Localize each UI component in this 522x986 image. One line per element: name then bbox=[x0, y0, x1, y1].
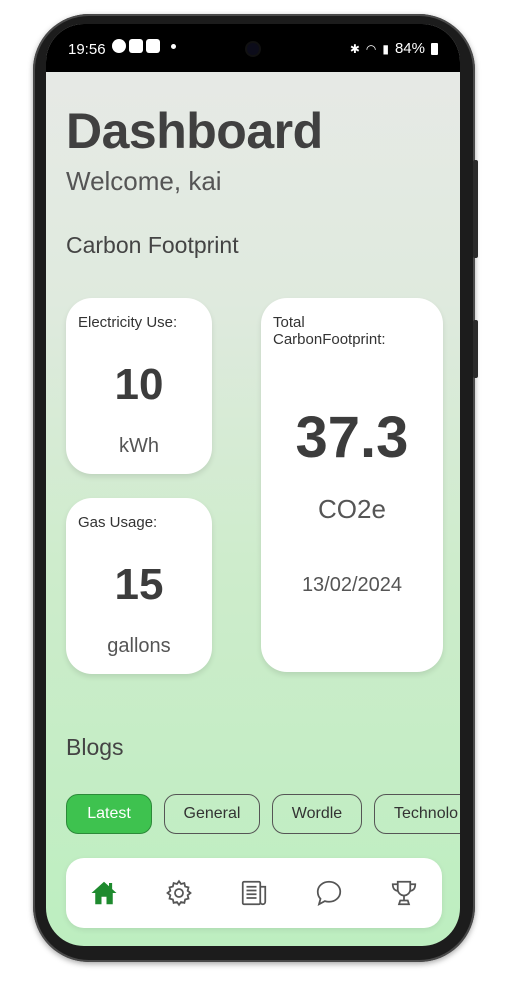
chip-general[interactable]: General bbox=[164, 794, 260, 834]
status-left-icons bbox=[112, 39, 176, 53]
gas-label: Gas Usage: bbox=[78, 514, 158, 531]
more-notifications-dot bbox=[171, 43, 176, 49]
gallery-icon bbox=[129, 39, 143, 53]
total-label-line1: Total bbox=[273, 314, 305, 331]
gas-card[interactable]: Gas Usage: 15 gallons bbox=[66, 498, 212, 674]
front-camera bbox=[247, 43, 259, 55]
status-bar: 19:56 ✱ ◠ ▮ 84% bbox=[46, 24, 460, 72]
youtube-icon bbox=[146, 39, 160, 53]
electricity-unit: kWh bbox=[119, 435, 159, 457]
app-screen: 19:56 ✱ ◠ ▮ 84% Dashboard Welcome, kai C… bbox=[46, 24, 460, 946]
electricity-value: 10 bbox=[114, 360, 164, 409]
blogs-section-title: Blogs bbox=[66, 734, 124, 760]
bluetooth-icon: ✱ bbox=[349, 41, 360, 56]
total-label-line2: CarbonFootprint: bbox=[273, 331, 386, 348]
total-label: Total CarbonFootprint: bbox=[273, 314, 386, 348]
gas-unit: gallons bbox=[107, 635, 171, 657]
chip-technology[interactable]: Technolo bbox=[374, 794, 460, 834]
total-unit: CO2e bbox=[318, 494, 386, 524]
electricity-card[interactable]: Electricity Use: 10 kWh bbox=[66, 298, 212, 474]
total-value: 37.3 bbox=[295, 405, 409, 470]
chat-icon[interactable] bbox=[313, 877, 345, 909]
carbon-section-title: Carbon Footprint bbox=[66, 232, 239, 258]
welcome-text: Welcome, kai bbox=[66, 166, 222, 196]
settings-icon[interactable] bbox=[163, 877, 195, 909]
total-date: 13/02/2024 bbox=[301, 574, 403, 596]
battery-percent: 84% bbox=[394, 40, 425, 57]
power-button bbox=[473, 320, 478, 378]
gas-value: 15 bbox=[114, 560, 164, 609]
chip-wordle[interactable]: Wordle bbox=[272, 794, 362, 834]
status-right-icons: ✱ ◠ ▮ 84% bbox=[350, 40, 438, 57]
status-time: 19:56 bbox=[68, 41, 106, 58]
bottom-navigation bbox=[66, 858, 442, 928]
signal-icon: ▮ bbox=[382, 41, 389, 56]
volume-button bbox=[473, 160, 478, 258]
blog-category-chips: Latest General Wordle Technolo bbox=[66, 794, 460, 838]
wifi-icon: ◠ bbox=[365, 41, 377, 56]
home-icon[interactable] bbox=[88, 877, 120, 909]
battery-icon bbox=[431, 42, 438, 55]
total-footprint-card[interactable]: Total CarbonFootprint: 37.3 CO2e 13/02/2… bbox=[261, 298, 443, 672]
news-icon[interactable] bbox=[238, 877, 270, 909]
notification-a-icon bbox=[112, 39, 126, 53]
trophy-icon[interactable] bbox=[388, 877, 420, 909]
page-title: Dashboard bbox=[66, 103, 323, 159]
electricity-label: Electricity Use: bbox=[78, 314, 178, 331]
chip-latest[interactable]: Latest bbox=[66, 794, 152, 834]
